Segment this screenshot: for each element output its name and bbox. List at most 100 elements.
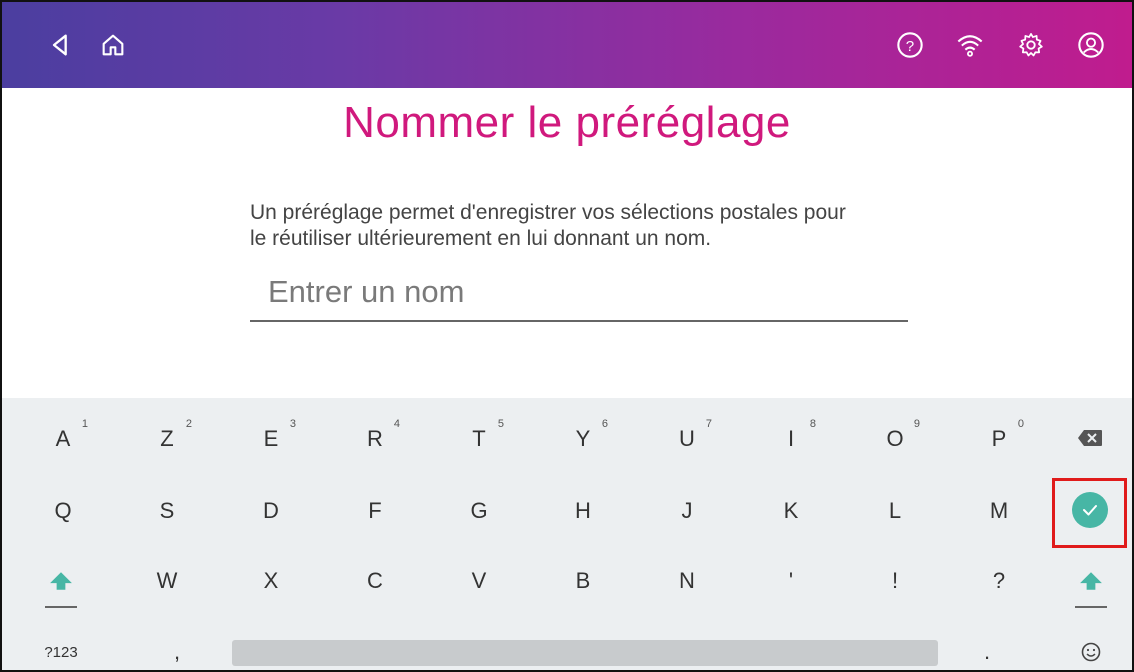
emoji-icon	[1081, 642, 1101, 662]
key-j[interactable]: J	[646, 484, 728, 538]
key-label: P	[991, 426, 1007, 451]
description-line-2: le réutiliser ultérieurement en lui donn…	[250, 227, 712, 250]
help-icon[interactable]: ?	[893, 28, 927, 62]
key-number-hint: 8	[809, 418, 816, 430]
svg-text:?: ?	[906, 38, 914, 55]
key-l[interactable]: L	[854, 484, 936, 538]
key-label: S	[159, 498, 175, 523]
settings-icon[interactable]	[1014, 28, 1048, 62]
on-screen-keyboard: A 1 Z 2 E 3 R 4 T 5 Y 6 U 7 I 8 O 9 P 0 Q S D F G…	[2, 398, 1132, 670]
key-label: F	[368, 498, 382, 523]
key-k[interactable]: K	[750, 484, 832, 538]
period-key-label: .	[983, 639, 991, 664]
wifi-icon[interactable]	[953, 28, 987, 62]
key-number-hint: 6	[601, 418, 608, 430]
shift-underline	[1075, 606, 1107, 608]
key-number-hint: 5	[497, 418, 504, 430]
key-number-hint: 1	[81, 418, 88, 430]
shift-icon	[1080, 572, 1102, 590]
key-n[interactable]: N	[646, 554, 728, 608]
key-label: B	[575, 568, 591, 593]
key-label: A	[55, 426, 71, 451]
page-description: Un préréglage permet d'enregistrer vos s…	[250, 200, 950, 252]
key-label: J	[681, 498, 693, 523]
key-label: !	[891, 568, 899, 593]
key-p[interactable]: P 0	[958, 412, 1040, 466]
key-label: D	[263, 498, 279, 523]
space-bar[interactable]	[232, 640, 938, 666]
key-label: C	[367, 568, 383, 593]
key-number-hint: 2	[185, 418, 192, 430]
key-label: Q	[54, 498, 72, 523]
key-label: H	[575, 498, 591, 523]
key-r[interactable]: R 4	[334, 412, 416, 466]
key-u[interactable]: U 7	[646, 412, 728, 466]
key-label: I	[787, 426, 795, 451]
key-exclamation[interactable]: !	[854, 554, 936, 608]
key-label: Z	[160, 426, 174, 451]
key-d[interactable]: D	[230, 484, 312, 538]
key-number-hint: 3	[289, 418, 296, 430]
key-number-hint: 0	[1017, 418, 1024, 430]
key-f[interactable]: F	[334, 484, 416, 538]
description-line-1: Un préréglage permet d'enregistrer vos s…	[250, 201, 846, 224]
top-bar: ?	[2, 2, 1132, 88]
key-x[interactable]: X	[230, 554, 312, 608]
key-z[interactable]: Z 2	[126, 412, 208, 466]
comma-key[interactable]: ,	[142, 634, 212, 670]
key-t[interactable]: T 5	[438, 412, 520, 466]
key-m[interactable]: M	[958, 484, 1040, 538]
key-label: X	[263, 568, 279, 593]
key-label: L	[888, 498, 902, 523]
key-a[interactable]: A 1	[22, 412, 104, 466]
key-label: ?	[992, 568, 1006, 593]
key-label: E	[263, 426, 279, 451]
key-label: '	[788, 568, 794, 593]
key-c[interactable]: C	[334, 554, 416, 608]
backspace-icon	[1078, 430, 1102, 446]
key-label: U	[679, 426, 695, 451]
key-number-hint: 7	[705, 418, 712, 430]
symbols-key-label: ?123	[44, 643, 78, 661]
shift-key-left[interactable]	[24, 548, 98, 614]
key-label: V	[471, 568, 487, 593]
key-label: K	[783, 498, 799, 523]
key-number-hint: 4	[393, 418, 400, 430]
key-label: R	[367, 426, 383, 451]
period-key[interactable]: .	[957, 634, 1017, 670]
shift-underline	[45, 606, 77, 608]
key-label: Y	[575, 426, 591, 451]
key-i[interactable]: I 8	[750, 412, 832, 466]
home-icon[interactable]	[96, 28, 130, 62]
backspace-key[interactable]	[1054, 412, 1126, 464]
key-v[interactable]: V	[438, 554, 520, 608]
key-label: N	[679, 568, 695, 593]
emoji-key[interactable]	[1054, 634, 1128, 670]
key-number-hint: 9	[913, 418, 920, 430]
key-e[interactable]: E 3	[230, 412, 312, 466]
key-apostrophe[interactable]: '	[750, 554, 832, 608]
key-s[interactable]: S	[126, 484, 208, 538]
key-label: M	[989, 498, 1009, 523]
key-q[interactable]: Q	[22, 484, 104, 538]
symbols-key[interactable]: ?123	[24, 634, 98, 670]
account-icon[interactable]	[1074, 28, 1108, 62]
highlight-box	[1052, 478, 1127, 548]
key-label: G	[470, 498, 488, 523]
key-g[interactable]: G	[438, 484, 520, 538]
key-b[interactable]: B	[542, 554, 624, 608]
shift-icon	[50, 572, 72, 590]
key-label: W	[156, 568, 178, 593]
comma-key-label: ,	[173, 639, 181, 664]
key-question[interactable]: ?	[958, 554, 1040, 608]
key-h[interactable]: H	[542, 484, 624, 538]
back-icon[interactable]	[44, 28, 78, 62]
shift-key-right[interactable]	[1054, 548, 1128, 614]
key-w[interactable]: W	[126, 554, 208, 608]
key-o[interactable]: O 9	[854, 412, 936, 466]
screen-frame: ? Nommer le préréglage Un préréglage per…	[0, 0, 1134, 672]
key-label: T	[472, 426, 486, 451]
preset-name-input[interactable]	[250, 264, 908, 322]
page-title: Nommer le préréglage	[343, 98, 791, 147]
key-y[interactable]: Y 6	[542, 412, 624, 466]
